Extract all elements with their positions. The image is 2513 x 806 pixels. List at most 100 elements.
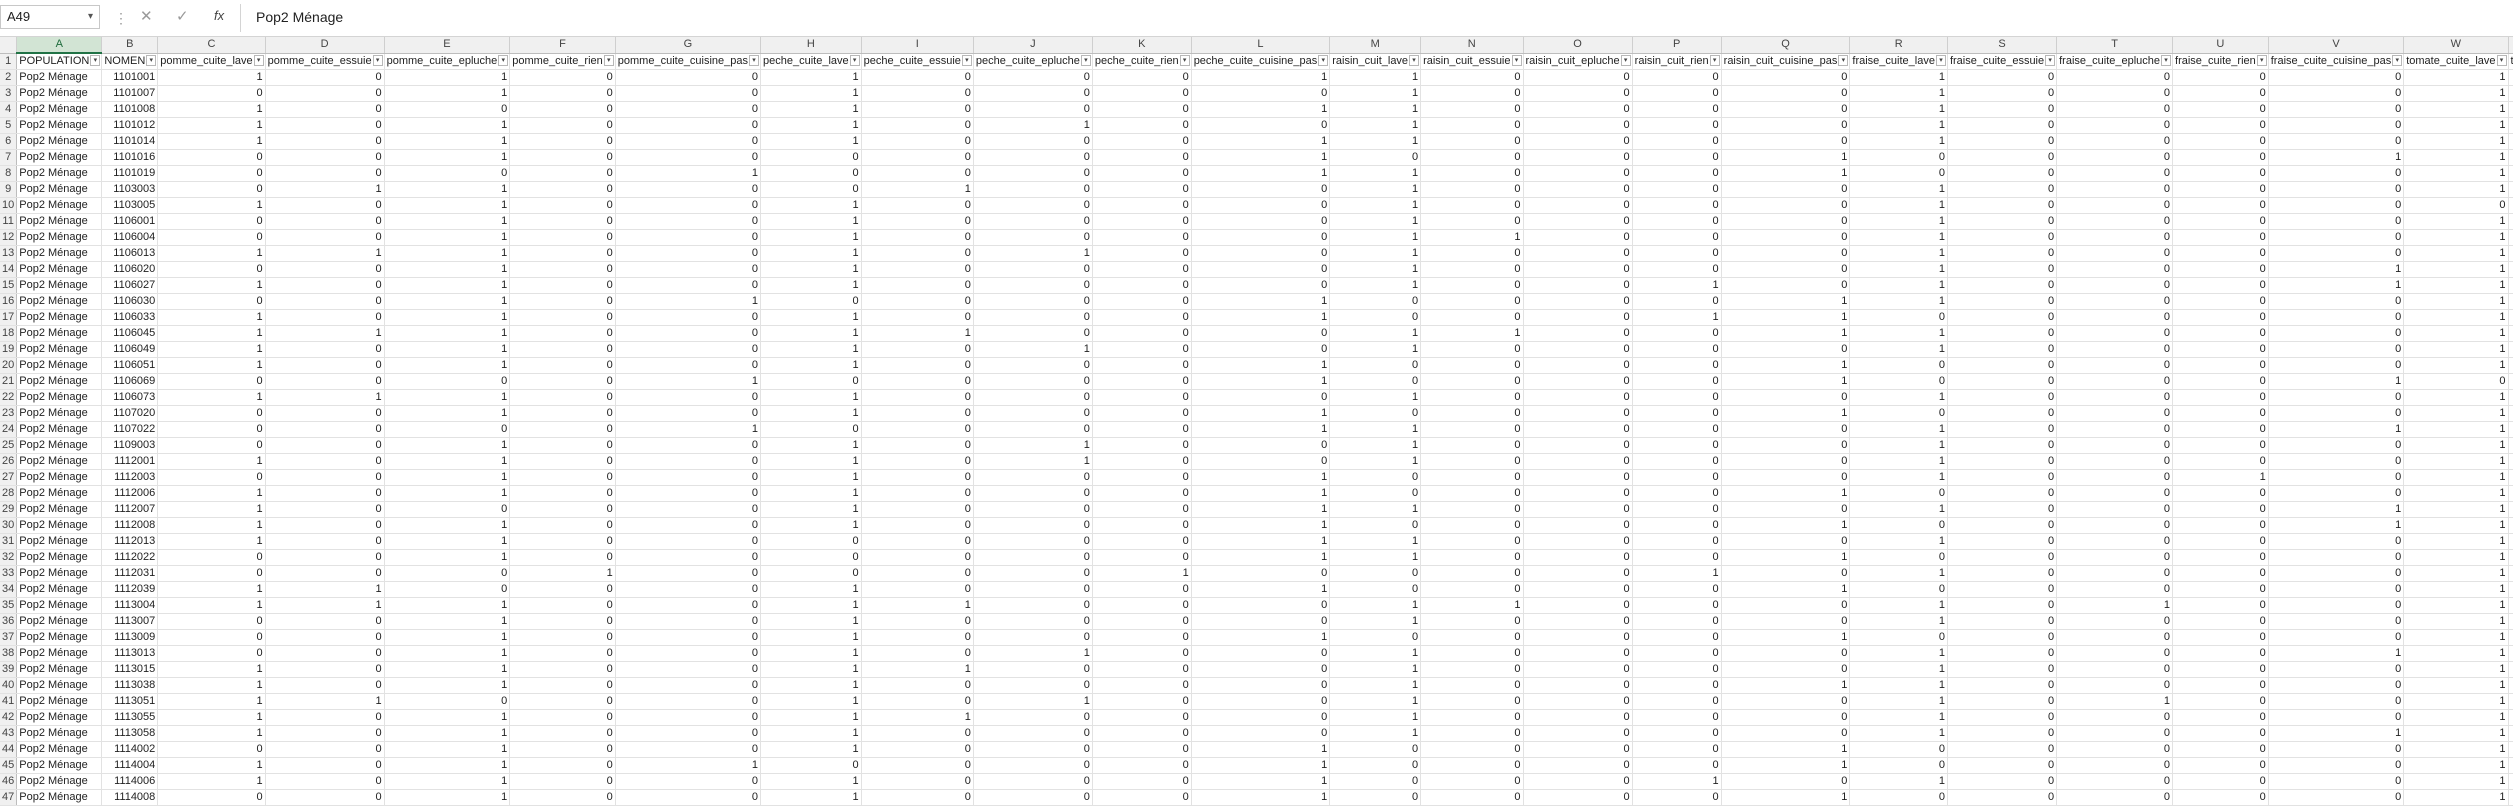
value-cell[interactable]: 0 <box>861 629 974 646</box>
row-header[interactable]: 22 <box>0 389 18 406</box>
value-cell[interactable]: 0 <box>157 469 266 486</box>
value-cell[interactable]: 0 <box>1420 117 1524 134</box>
value-cell[interactable]: 0 <box>157 549 266 566</box>
value-cell[interactable]: 0 <box>615 357 762 374</box>
value-cell[interactable]: 1 <box>2508 373 2513 390</box>
value-cell[interactable]: 1 <box>2403 357 2509 374</box>
nomen-cell[interactable]: 1106073 <box>101 389 159 406</box>
value-cell[interactable]: 0 <box>509 709 616 726</box>
value-cell[interactable]: 0 <box>1947 101 2058 118</box>
nomen-cell[interactable]: 1112013 <box>101 533 159 550</box>
column-header-d[interactable]: D <box>265 37 385 54</box>
value-cell[interactable]: 0 <box>861 757 974 774</box>
header-cell[interactable]: raisin_cuit_rien ▾ <box>1632 53 1722 70</box>
value-cell[interactable]: 0 <box>2172 421 2269 438</box>
value-cell[interactable]: 1 <box>1849 453 1948 470</box>
value-cell[interactable]: 0 <box>973 661 1093 678</box>
value-cell[interactable]: 0 <box>265 149 385 166</box>
value-cell[interactable]: 0 <box>509 405 616 422</box>
value-cell[interactable]: 0 <box>615 181 762 198</box>
value-cell[interactable]: 0 <box>2056 133 2174 150</box>
value-cell[interactable]: 0 <box>1092 533 1192 550</box>
nomen-cell[interactable]: 1107022 <box>101 421 159 438</box>
value-cell[interactable]: 0 <box>1632 229 1722 246</box>
value-cell[interactable]: 1 <box>2403 293 2509 310</box>
value-cell[interactable]: 0 <box>1191 229 1331 246</box>
value-cell[interactable]: 0 <box>1721 101 1851 118</box>
filter-dropdown-icon[interactable]: ▾ <box>90 55 101 66</box>
row-header[interactable]: 13 <box>0 245 18 262</box>
value-cell[interactable]: 1 <box>1191 629 1331 646</box>
value-cell[interactable]: 1 <box>760 357 862 374</box>
value-cell[interactable]: 0 <box>1632 165 1722 182</box>
value-cell[interactable]: 0 <box>2268 437 2405 454</box>
value-cell[interactable]: 0 <box>2508 645 2513 662</box>
value-cell[interactable]: 0 <box>1721 597 1851 614</box>
value-cell[interactable]: 1 <box>760 517 862 534</box>
value-cell[interactable]: 1 <box>1721 149 1851 166</box>
header-cell[interactable]: fraise_cuite_cuisine_pas ▾ <box>2268 53 2405 70</box>
value-cell[interactable]: 0 <box>1191 597 1331 614</box>
value-cell[interactable]: 0 <box>1632 101 1722 118</box>
value-cell[interactable]: 0 <box>973 741 1093 758</box>
value-cell[interactable]: 0 <box>1632 69 1722 86</box>
value-cell[interactable]: 0 <box>265 773 385 790</box>
nomen-cell[interactable]: 1114008 <box>101 789 159 806</box>
header-cell[interactable]: fraise_cuite_lave ▾ <box>1849 53 1948 70</box>
row-header[interactable]: 15 <box>0 277 18 294</box>
value-cell[interactable]: 0 <box>1523 229 1633 246</box>
value-cell[interactable]: 0 <box>615 389 762 406</box>
value-cell[interactable]: 1 <box>760 613 862 630</box>
value-cell[interactable]: 0 <box>615 597 762 614</box>
value-cell[interactable]: 0 <box>2268 325 2405 342</box>
value-cell[interactable]: 0 <box>265 645 385 662</box>
value-cell[interactable]: 1 <box>1849 469 1948 486</box>
value-cell[interactable]: 0 <box>157 261 266 278</box>
row-header[interactable]: 14 <box>0 261 18 278</box>
value-cell[interactable]: 0 <box>1849 357 1948 374</box>
value-cell[interactable]: 0 <box>1849 789 1948 806</box>
value-cell[interactable]: 0 <box>1420 517 1524 534</box>
value-cell[interactable]: 1 <box>384 213 511 230</box>
value-cell[interactable]: 0 <box>2508 741 2513 758</box>
value-cell[interactable]: 0 <box>2508 613 2513 630</box>
value-cell[interactable]: 0 <box>973 293 1093 310</box>
value-cell[interactable]: 0 <box>1329 773 1422 790</box>
value-cell[interactable]: 0 <box>509 277 616 294</box>
value-cell[interactable]: 0 <box>509 373 616 390</box>
value-cell[interactable]: 0 <box>973 133 1093 150</box>
column-header-u[interactable]: U <box>2172 37 2269 54</box>
value-cell[interactable]: 0 <box>1849 405 1948 422</box>
value-cell[interactable]: 1 <box>760 741 862 758</box>
value-cell[interactable]: 1 <box>760 597 862 614</box>
value-cell[interactable]: 0 <box>760 549 862 566</box>
value-cell[interactable]: 0 <box>265 117 385 134</box>
value-cell[interactable]: 0 <box>973 357 1093 374</box>
value-cell[interactable]: 1 <box>384 789 511 806</box>
value-cell[interactable]: 1 <box>2403 725 2509 742</box>
value-cell[interactable]: 0 <box>1947 117 2058 134</box>
value-cell[interactable]: 1 <box>157 757 266 774</box>
value-cell[interactable]: 0 <box>2056 101 2174 118</box>
value-cell[interactable]: 0 <box>1092 517 1192 534</box>
value-cell[interactable]: 0 <box>861 373 974 390</box>
population-cell[interactable]: Pop2 Ménage <box>16 661 103 678</box>
value-cell[interactable]: 0 <box>265 757 385 774</box>
value-cell[interactable]: 0 <box>973 101 1093 118</box>
value-cell[interactable]: 1 <box>2268 517 2405 534</box>
value-cell[interactable]: 0 <box>1523 85 1633 102</box>
check-icon[interactable]: ✓ <box>176 7 189 25</box>
value-cell[interactable]: 0 <box>265 133 385 150</box>
value-cell[interactable]: 1 <box>1329 213 1422 230</box>
value-cell[interactable]: 0 <box>1947 69 2058 86</box>
value-cell[interactable]: 0 <box>1420 101 1524 118</box>
value-cell[interactable]: 1 <box>384 469 511 486</box>
value-cell[interactable]: 0 <box>1523 421 1633 438</box>
value-cell[interactable]: 1 <box>157 661 266 678</box>
population-cell[interactable]: Pop2 Ménage <box>16 101 103 118</box>
nomen-cell[interactable]: 1101016 <box>101 149 159 166</box>
value-cell[interactable]: 0 <box>2172 165 2269 182</box>
value-cell[interactable]: 0 <box>1191 677 1331 694</box>
value-cell[interactable]: 0 <box>2268 533 2405 550</box>
value-cell[interactable]: 1 <box>1191 69 1331 86</box>
